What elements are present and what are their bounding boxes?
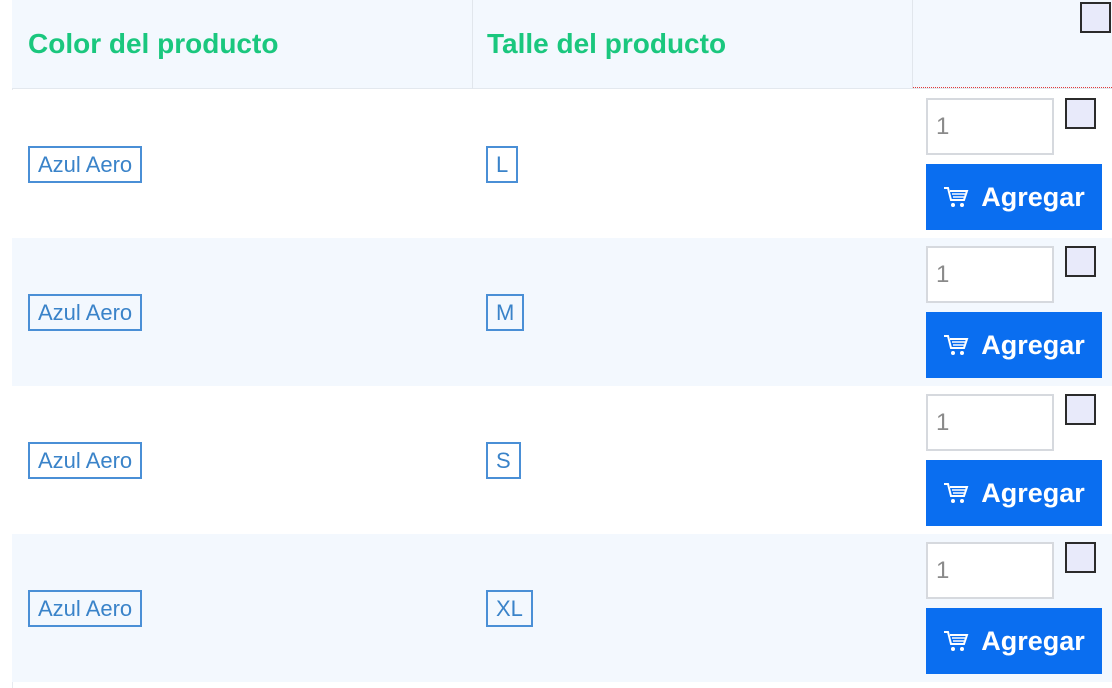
column-header-color: Color del producto — [28, 28, 279, 59]
table-row: Azul Aero S Agregar — [12, 386, 1112, 534]
row-select-checkbox[interactable] — [1065, 542, 1096, 573]
color-tag: Azul Aero — [28, 442, 143, 479]
add-button-label: Agregar — [981, 181, 1085, 212]
add-to-cart-button[interactable]: Agregar — [926, 164, 1102, 230]
quantity-input[interactable] — [926, 246, 1054, 303]
row-select-checkbox[interactable] — [1065, 246, 1096, 277]
size-tag: S — [486, 442, 521, 479]
table-row: Azul Aero M Agregar — [12, 238, 1112, 386]
cart-icon — [944, 335, 969, 355]
color-tag: Azul Aero — [28, 294, 143, 331]
column-header-size: Talle del producto — [487, 28, 727, 59]
select-all-checkbox[interactable] — [1080, 2, 1111, 33]
quantity-input[interactable] — [926, 98, 1054, 155]
row-select-checkbox[interactable] — [1065, 394, 1096, 425]
table-row: Azul Aero XL Agregar — [12, 534, 1112, 682]
size-tag: M — [486, 294, 525, 331]
header-dotted-line — [913, 87, 1112, 88]
cart-icon — [944, 483, 969, 503]
table-header: Color del producto Talle del producto — [12, 0, 1112, 89]
quantity-input[interactable] — [926, 394, 1054, 451]
column-separator — [912, 0, 913, 89]
column-separator — [472, 0, 473, 89]
size-tag: XL — [486, 590, 533, 627]
color-tag: Azul Aero — [28, 590, 143, 627]
add-to-cart-button[interactable]: Agregar — [926, 460, 1102, 526]
table-row: Azul Aero L Agregar — [12, 90, 1112, 238]
cart-icon — [944, 631, 969, 651]
row-select-checkbox[interactable] — [1065, 98, 1096, 129]
add-button-label: Agregar — [981, 477, 1085, 508]
add-button-label: Agregar — [981, 329, 1085, 360]
add-to-cart-button[interactable]: Agregar — [926, 608, 1102, 674]
cart-icon — [944, 187, 969, 207]
color-tag: Azul Aero — [28, 146, 143, 183]
add-button-label: Agregar — [981, 625, 1085, 656]
variants-table: Color del producto Talle del producto Az… — [12, 0, 1112, 688]
size-tag: L — [486, 146, 519, 183]
quantity-input[interactable] — [926, 542, 1054, 599]
add-to-cart-button[interactable]: Agregar — [926, 312, 1102, 378]
